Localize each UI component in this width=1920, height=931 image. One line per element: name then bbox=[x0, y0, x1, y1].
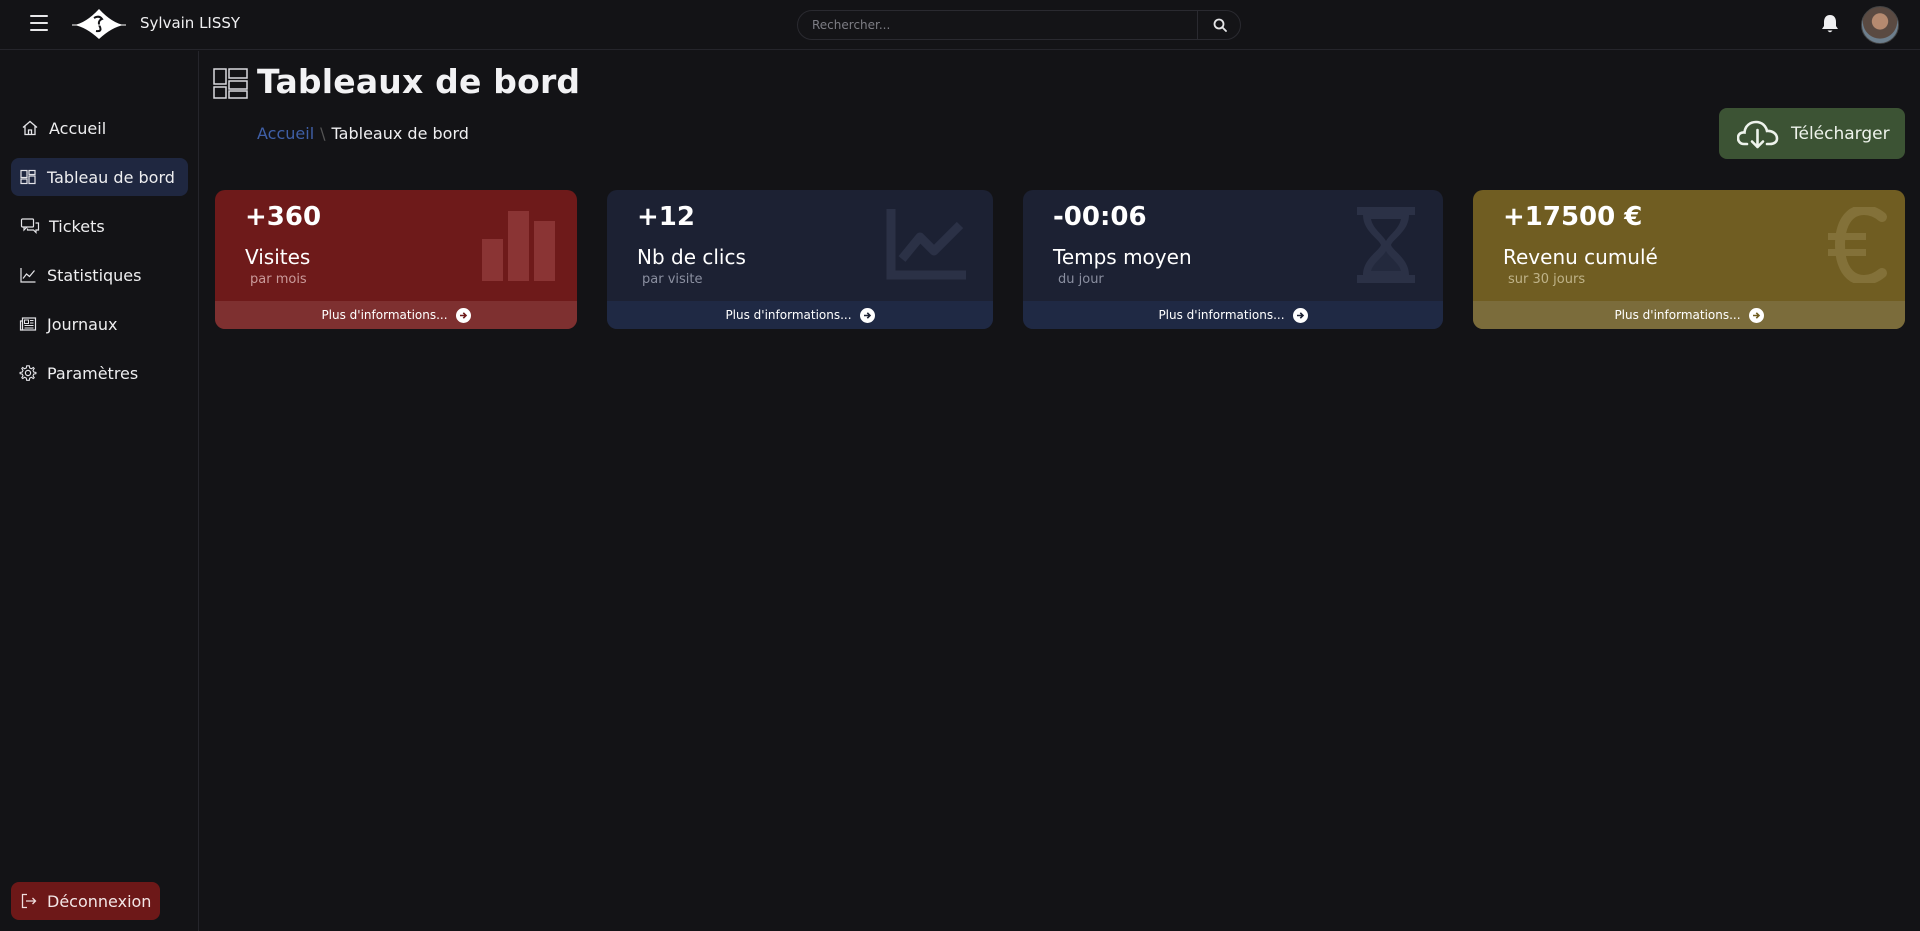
gear-icon bbox=[18, 363, 38, 383]
more-info-label: Plus d'informations... bbox=[321, 308, 448, 322]
sidebar-item-label: Paramètres bbox=[47, 363, 139, 383]
arrow-right-icon bbox=[859, 307, 875, 323]
logout-button[interactable]: Déconnexion bbox=[11, 882, 160, 920]
more-info-label: Plus d'informations... bbox=[725, 308, 852, 322]
breadcrumb-link-accueil[interactable]: Accueil bbox=[257, 124, 314, 143]
line-chart-icon bbox=[18, 265, 38, 285]
stat-value: +17500 € bbox=[1503, 202, 1643, 232]
sidebar-item-label: Tableau de bord bbox=[47, 167, 175, 187]
breadcrumb-separator: \ bbox=[320, 124, 326, 143]
stat-subtitle: du jour bbox=[1058, 272, 1104, 287]
sidebar-item-tickets[interactable]: Tickets bbox=[11, 207, 188, 245]
arrow-right-icon bbox=[1292, 307, 1308, 323]
sidebar-item-accueil[interactable]: Accueil bbox=[11, 109, 188, 147]
bell-icon[interactable] bbox=[1819, 13, 1841, 35]
download-label: Télécharger bbox=[1791, 123, 1890, 144]
stat-value: +12 bbox=[637, 202, 695, 232]
euro-icon bbox=[1828, 207, 1887, 283]
search-input[interactable] bbox=[812, 16, 1172, 34]
sidebar-item-parametres[interactable]: Paramètres bbox=[11, 354, 188, 392]
more-info-link[interactable]: Plus d'informations... bbox=[215, 301, 577, 329]
search-bar bbox=[797, 10, 1241, 40]
cloud-download-icon bbox=[1737, 120, 1779, 148]
avatar[interactable] bbox=[1861, 6, 1899, 44]
stat-card-clics: +12 Nb de clics par visite Plus d'inform… bbox=[607, 190, 993, 329]
logout-icon bbox=[19, 891, 39, 911]
stat-label: Visites bbox=[245, 245, 311, 269]
newspaper-icon bbox=[18, 314, 38, 334]
download-button[interactable]: Télécharger bbox=[1719, 108, 1905, 159]
sidebar-item-tableau-de-bord[interactable]: Tableau de bord bbox=[11, 158, 188, 196]
menu-icon[interactable] bbox=[30, 15, 50, 33]
logo bbox=[72, 9, 126, 39]
hourglass-icon bbox=[1357, 207, 1415, 283]
stat-value: +360 bbox=[245, 202, 322, 232]
sidebar-item-label: Statistiques bbox=[47, 265, 142, 285]
more-info-label: Plus d'informations... bbox=[1158, 308, 1285, 322]
breadcrumb-current: Tableaux de bord bbox=[331, 124, 469, 143]
stat-label: Temps moyen bbox=[1053, 245, 1192, 269]
sidebar-item-label: Journaux bbox=[47, 314, 118, 334]
more-info-label: Plus d'informations... bbox=[1614, 308, 1741, 322]
sidebar: Accueil Tableau de bord Tickets Statisti… bbox=[0, 51, 199, 931]
stat-subtitle: par mois bbox=[250, 272, 307, 287]
logout-label: Déconnexion bbox=[47, 891, 152, 911]
sidebar-item-statistiques[interactable]: Statistiques bbox=[11, 256, 188, 294]
sidebar-item-journaux[interactable]: Journaux bbox=[11, 305, 188, 343]
more-info-link[interactable]: Plus d'informations... bbox=[607, 301, 993, 329]
more-info-link[interactable]: Plus d'informations... bbox=[1473, 301, 1905, 329]
search-icon bbox=[1213, 18, 1227, 32]
stat-subtitle: par visite bbox=[642, 272, 703, 287]
dashboard-icon bbox=[18, 167, 38, 187]
brand-name: Sylvain LISSY bbox=[140, 14, 241, 32]
home-icon bbox=[20, 118, 40, 138]
stat-value: -00:06 bbox=[1053, 202, 1147, 232]
sidebar-item-label: Tickets bbox=[49, 216, 105, 236]
sidebar-item-label: Accueil bbox=[49, 118, 107, 138]
more-info-link[interactable]: Plus d'informations... bbox=[1023, 301, 1443, 329]
search-button[interactable] bbox=[1198, 11, 1241, 39]
stat-subtitle: sur 30 jours bbox=[1508, 272, 1586, 287]
dashboard-icon bbox=[213, 68, 248, 99]
breadcrumb: Accueil \ Tableaux de bord bbox=[257, 124, 469, 143]
arrow-right-icon bbox=[1748, 307, 1764, 323]
bar-chart-icon bbox=[482, 211, 555, 281]
page-title: Tableaux de bord bbox=[257, 62, 581, 101]
arrow-right-icon bbox=[455, 307, 471, 323]
stat-label: Revenu cumulé bbox=[1503, 245, 1658, 269]
stat-label: Nb de clics bbox=[637, 245, 746, 269]
chat-icon bbox=[20, 216, 40, 236]
stat-card-temps-moyen: -00:06 Temps moyen du jour Plus d'inform… bbox=[1023, 190, 1443, 329]
top-bar: Sylvain LISSY bbox=[0, 0, 1920, 50]
trend-chart-icon bbox=[886, 209, 966, 280]
stat-card-revenu: +17500 € Revenu cumulé sur 30 jours Plus… bbox=[1473, 190, 1905, 329]
stat-card-visites: +360 Visites par mois Plus d'information… bbox=[215, 190, 577, 329]
